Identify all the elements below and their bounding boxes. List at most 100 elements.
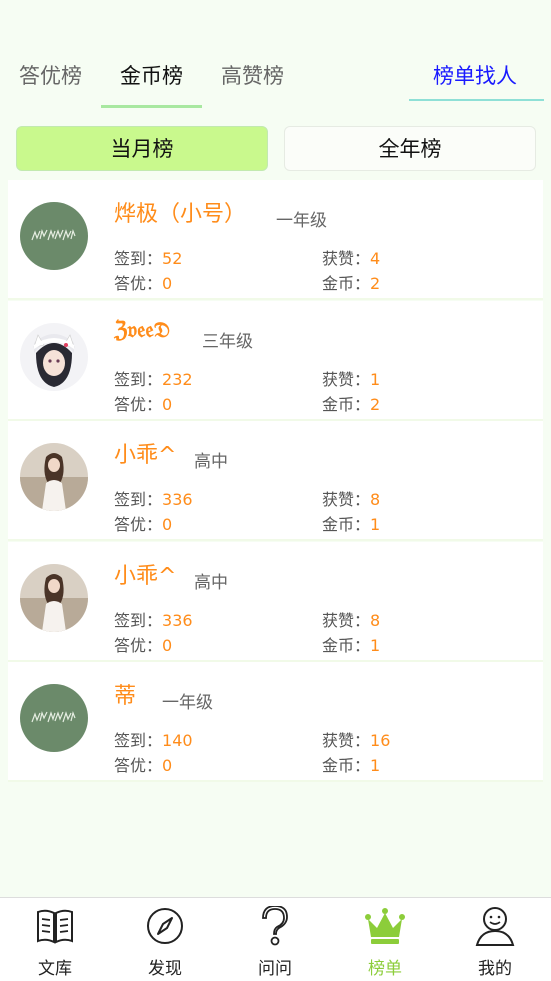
answer-stat: 答优：0: [114, 391, 172, 415]
checkin-label: 签到：: [114, 731, 163, 750]
user-name: 蒂: [114, 684, 137, 709]
checkin-stat: 签到：336: [114, 607, 193, 631]
user-name: 小乖^: [114, 563, 177, 589]
avatar: [20, 684, 88, 752]
nav-library-label: 文库: [38, 959, 72, 979]
likes-value: 1: [370, 369, 381, 389]
gold-value: 2: [370, 274, 381, 293]
list-item[interactable]: ℨ𝔳𝔢𝔢𝔇 三年级 签到：232 获赞：1 答优：0 金币：2: [8, 300, 543, 421]
checkin-stat: 签到：52: [114, 245, 182, 269]
gold-value: 1: [370, 635, 381, 655]
list-item[interactable]: 小乖^ 高中 签到：336 获赞：8 答优：0 金币：1: [8, 421, 543, 541]
nav-mine[interactable]: 我的: [440, 898, 550, 981]
checkin-stat: 签到：232: [114, 366, 193, 390]
checkin-value: 336: [162, 610, 193, 630]
likes-value: 4: [370, 249, 381, 268]
checkin-value: 336: [162, 490, 193, 509]
avatar: [20, 322, 88, 391]
user-name: 小乖^: [114, 443, 177, 468]
top-tabs: 答优榜 金币榜 高赞榜 榜单找人: [0, 46, 551, 110]
likes-label: 获赞：: [322, 490, 371, 509]
user-grade: 三年级: [202, 331, 253, 352]
likes-stat: 获赞：1: [322, 366, 380, 390]
checkin-label: 签到：: [114, 369, 163, 389]
likes-value: 8: [370, 490, 381, 509]
gold-stat: 金币：1: [322, 511, 380, 535]
find-person-tab[interactable]: 榜单找人: [433, 60, 517, 90]
likes-label: 获赞：: [322, 369, 371, 389]
month-ranking-button[interactable]: 当月榜: [16, 126, 268, 171]
gold-label: 金币：: [322, 756, 371, 775]
nav-ask[interactable]: 问问: [220, 898, 330, 981]
ranking-list: 烨极（小号） 一年级 签到：52 获赞：4 答优：0 金币：2 ℨ𝔳𝔢𝔢𝔇 三年…: [8, 180, 543, 783]
likes-value: 16: [370, 731, 391, 750]
gold-value: 1: [370, 515, 381, 534]
gold-stat: 金币：2: [322, 391, 380, 415]
list-item[interactable]: 小乖^ 高中 签到：336 获赞：8 答优：0 金币：1: [8, 541, 543, 662]
compass-icon: [147, 908, 183, 944]
checkin-stat: 签到：140: [114, 727, 193, 751]
nav-ask-label: 问问: [258, 959, 292, 979]
gold-stat: 金币：1: [322, 632, 380, 656]
user-grade: 一年级: [276, 211, 327, 231]
user-grade: 高中: [194, 452, 228, 472]
likes-stat: 获赞：16: [322, 727, 390, 751]
answer-value: 0: [162, 274, 173, 293]
year-ranking-button[interactable]: 全年榜: [284, 126, 536, 171]
likes-label: 获赞：: [322, 249, 371, 268]
tab-answer-ranking[interactable]: 答优榜: [19, 60, 82, 90]
answer-stat: 答优：0: [114, 632, 172, 656]
book-icon: [37, 909, 73, 944]
checkin-stat: 签到：336: [114, 486, 193, 510]
gold-label: 金币：: [322, 274, 371, 293]
checkin-label: 签到：: [114, 490, 163, 509]
user-grade: 一年级: [162, 693, 213, 713]
answer-stat: 答优：0: [114, 270, 172, 294]
list-item[interactable]: 烨极（小号） 一年级 签到：52 获赞：4 答优：0 金币：2: [8, 180, 543, 300]
answer-label: 答优：: [114, 394, 163, 414]
gold-label: 金币：: [322, 515, 371, 534]
answer-value: 0: [162, 394, 173, 414]
person-icon: [475, 907, 515, 946]
gold-stat: 金币：2: [322, 270, 380, 294]
nav-discover-label: 发现: [148, 959, 182, 979]
nav-ranking-label: 榜单: [368, 959, 402, 979]
avatar: [20, 443, 88, 511]
answer-label: 答优：: [114, 274, 163, 293]
tab-gold-ranking[interactable]: 金币榜: [120, 60, 183, 90]
gold-stat: 金币：1: [322, 752, 380, 776]
nav-ranking[interactable]: 榜单: [330, 898, 440, 981]
nav-library[interactable]: 文库: [0, 898, 110, 981]
likes-value: 8: [370, 610, 381, 630]
question-icon: [262, 906, 288, 946]
user-name: ℨ𝔳𝔢𝔢𝔇: [114, 316, 171, 343]
gold-value: 2: [370, 394, 381, 414]
answer-label: 答优：: [114, 756, 163, 775]
answer-value: 0: [162, 756, 173, 775]
gold-label: 金币：: [322, 635, 371, 655]
avatar: [20, 563, 88, 632]
nav-mine-label: 我的: [478, 959, 512, 979]
likes-label: 获赞：: [322, 731, 371, 750]
user-name: 烨极（小号）: [114, 202, 247, 227]
status-bar: [0, 0, 551, 36]
tab-likes-ranking[interactable]: 高赞榜: [221, 60, 284, 90]
avatar: [20, 202, 88, 270]
checkin-value: 232: [162, 369, 193, 389]
answer-label: 答优：: [114, 515, 163, 534]
checkin-label: 签到：: [114, 249, 163, 268]
crown-icon: [365, 908, 405, 944]
gold-label: 金币：: [322, 394, 371, 414]
answer-stat: 答优：0: [114, 511, 172, 535]
likes-label: 获赞：: [322, 610, 371, 630]
answer-stat: 答优：0: [114, 752, 172, 776]
list-item[interactable]: 蒂 一年级 签到：140 获赞：16 答优：0 金币：1: [8, 662, 543, 782]
find-person-underline: [409, 99, 544, 101]
answer-label: 答优：: [114, 635, 163, 655]
gold-value: 1: [370, 756, 381, 775]
answer-value: 0: [162, 515, 173, 534]
nav-discover[interactable]: 发现: [110, 898, 220, 981]
checkin-value: 140: [162, 731, 193, 750]
checkin-value: 52: [162, 249, 183, 268]
likes-stat: 获赞：8: [322, 607, 380, 631]
